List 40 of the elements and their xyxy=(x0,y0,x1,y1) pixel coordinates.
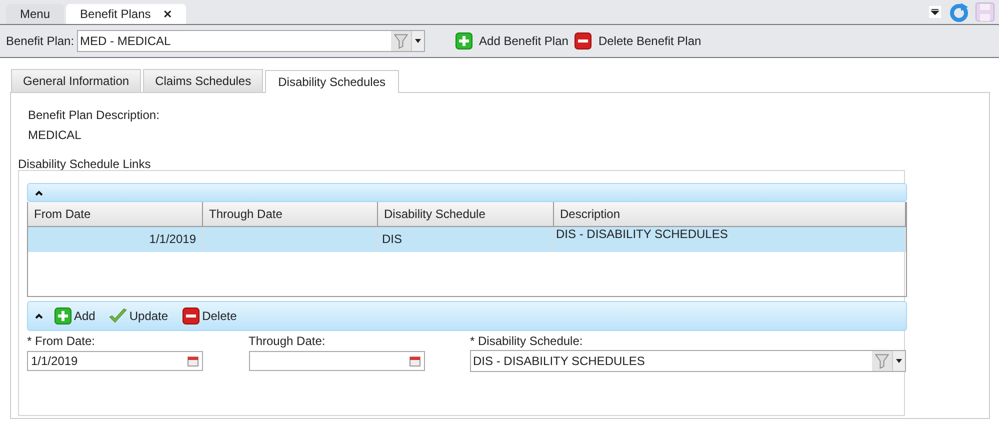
tab[interactable]: Disability Schedules xyxy=(265,70,398,93)
refresh-icon[interactable] xyxy=(949,2,969,22)
action-button[interactable]: Delete xyxy=(182,307,237,325)
calendar-icon[interactable] xyxy=(187,355,199,367)
column-header[interactable]: Through Date xyxy=(203,202,378,227)
column-header[interactable]: Disability Schedule xyxy=(378,202,554,227)
table-row[interactable]: 1/1/2019 DIS DIS - DISABILITY SCHEDULES xyxy=(28,227,906,252)
table-cell: 1/1/2019 xyxy=(149,232,196,246)
calendar-icon[interactable] xyxy=(408,355,420,367)
date-field[interactable]: 1/1/2019 xyxy=(27,351,203,371)
date-field[interactable] xyxy=(248,351,424,371)
table-cell: DIS xyxy=(382,232,402,246)
group-title: Disability Schedule Links xyxy=(18,157,152,171)
collapse-icon[interactable] xyxy=(34,311,44,321)
field-value: MEDICAL xyxy=(28,128,82,142)
checkmark-icon xyxy=(109,307,128,325)
close-icon[interactable]: ✕ xyxy=(162,8,172,20)
document-tab[interactable]: Menu xyxy=(6,4,64,24)
field-label: Through Date: xyxy=(248,334,326,348)
toolbar-button[interactable]: Delete Benefit Plan xyxy=(574,32,702,50)
action-button[interactable]: Add xyxy=(54,307,96,325)
toolbar-button[interactable]: Add Benefit Plan xyxy=(455,32,568,50)
column-header[interactable]: Description xyxy=(554,202,906,227)
minus-icon xyxy=(182,307,200,325)
field-label: Benefit Plan: xyxy=(6,34,74,48)
plus-icon xyxy=(455,32,474,50)
minus-icon xyxy=(574,32,592,50)
action-button[interactable]: Update xyxy=(109,307,168,325)
document-tab[interactable]: Benefit Plans ✕ xyxy=(66,4,186,24)
field-label: * Disability Schedule: xyxy=(470,334,584,348)
schedule-dropdown[interactable]: DIS - DISABILITY SCHEDULES xyxy=(470,350,906,372)
tab[interactable]: General Information xyxy=(11,69,142,92)
column-header[interactable]: From Date xyxy=(28,202,203,227)
field-label: * From Date: xyxy=(27,334,96,348)
plus-icon xyxy=(54,307,72,325)
table-cell: DIS - DISABILITY SCHEDULES xyxy=(556,227,728,241)
tab[interactable]: Claims Schedules xyxy=(143,69,264,92)
field-label: Benefit Plan Description: xyxy=(28,108,160,122)
dropdown-arrow-icon[interactable] xyxy=(929,6,941,18)
benefit-plan-dropdown[interactable]: MED - MEDICAL xyxy=(77,30,426,52)
